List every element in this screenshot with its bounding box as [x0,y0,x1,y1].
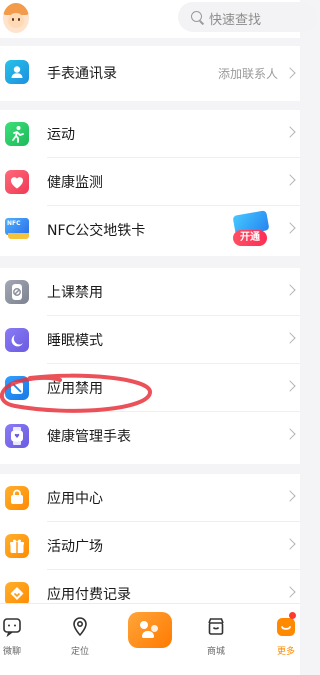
list-item-class-disable[interactable]: 上课禁用 [0,268,300,316]
section-health: 运动 健康监测 NFC NFC公交地铁卡 开通 [0,110,300,256]
item-label: 手表通讯录 [47,66,117,82]
item-label: 应用禁用 [47,381,103,397]
run-icon [5,122,29,146]
section-contacts: 手表通讯录 添加联系人 [0,46,300,101]
section-apps: 应用中心 活动广场 应用付费记录 [0,474,300,620]
list-item-contacts[interactable]: 手表通讯录 添加联系人 [0,46,300,101]
search-box[interactable]: 快速查找 [178,2,318,32]
tab-location[interactable]: 定位 [50,614,110,664]
list-item-activity-square[interactable]: 活动广场 [0,522,300,570]
family-button[interactable] [128,612,172,648]
item-label: 上课禁用 [47,285,103,301]
item-label: 活动广场 [47,539,103,555]
list-item-sport[interactable]: 运动 [0,110,300,158]
top-header: 快速查找 [0,0,318,38]
item-label: 健康管理手表 [47,429,131,445]
chevron-right-icon [284,490,296,502]
chevron-right-icon [284,67,296,79]
chevron-right-icon [284,538,296,550]
search-input[interactable]: 快速查找 [209,9,261,28]
list-item-app-center[interactable]: 应用中心 [0,474,300,522]
shop-icon [208,618,224,635]
list-item-sleep-mode[interactable]: 睡眠模式 [0,316,300,364]
item-label: NFC公交地铁卡 [47,223,146,239]
item-label: 睡眠模式 [47,333,103,349]
tab-shop[interactable]: 商城 [186,614,246,664]
tab-label: 定位 [70,647,89,657]
tab-label: 更多 [276,647,295,657]
item-subtext: 添加联系人 [217,67,278,81]
watch-icon [5,424,29,448]
chevron-right-icon [284,222,296,234]
gift-icon [5,534,29,558]
list-item-health-watch[interactable]: 健康管理手表 [0,412,300,460]
chevron-right-icon [284,126,296,138]
promo-label: 开通 [233,230,267,246]
list-item-nfc[interactable]: NFC NFC公交地铁卡 开通 [0,206,300,256]
chevron-right-icon [284,284,296,296]
chat-icon [3,618,21,638]
watch-disabled-icon [5,280,29,304]
item-label: 运动 [47,127,75,143]
location-icon [73,617,87,637]
tab-label: 商城 [206,647,225,657]
list-item-health-monitor[interactable]: 健康监测 [0,158,300,206]
bottom-tab-bar: 微聊 定位 商城 更多 [0,603,300,675]
chevron-right-icon [284,380,296,392]
more-icon [277,618,295,636]
heart-icon [5,170,29,194]
search-icon [191,11,202,22]
app-disabled-icon [5,376,29,400]
section-controls: 上课禁用 睡眠模式 应用禁用 健康管理手表 [0,268,300,464]
contacts-icon [5,60,29,84]
activate-promo-badge[interactable]: 开通 [228,210,276,250]
avatar[interactable] [3,3,29,33]
tab-more[interactable]: 更多 [256,612,316,664]
chevron-right-icon [284,174,296,186]
chevron-right-icon [284,332,296,344]
moon-icon [5,328,29,352]
tab-label: 微聊 [2,647,21,657]
list-item-app-disable[interactable]: 应用禁用 [0,364,300,412]
item-label: 应用中心 [47,491,103,507]
chevron-right-icon [284,586,296,598]
item-label: 健康监测 [47,175,103,191]
notification-dot [289,612,296,619]
tab-chat[interactable]: 微聊 [0,614,42,664]
chevron-right-icon [284,428,296,440]
app-center-icon [5,486,29,510]
item-label: 应用付费记录 [47,587,131,603]
